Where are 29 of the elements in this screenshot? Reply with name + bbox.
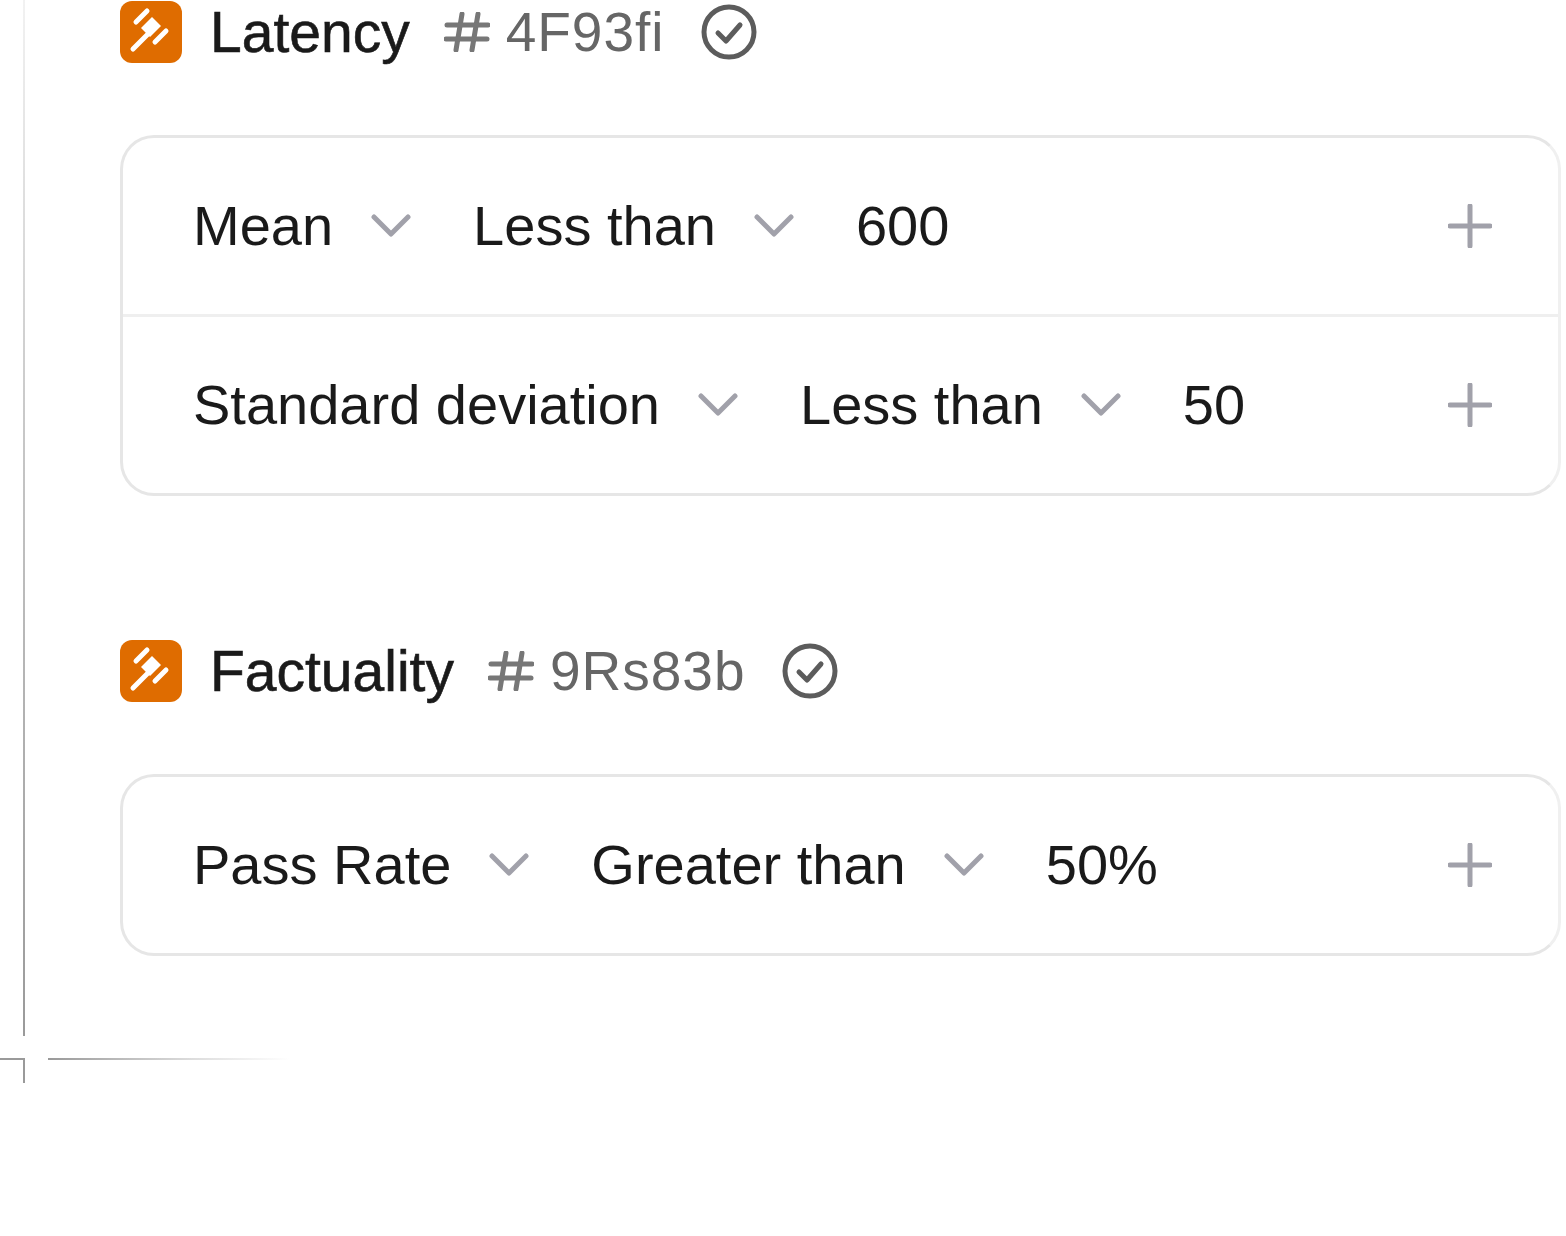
- threshold-field[interactable]: 600: [855, 193, 950, 259]
- chevron-down-icon: [943, 853, 984, 877]
- evaluator-id: 4F93fi: [505, 1, 665, 63]
- threshold-field[interactable]: 50%: [1045, 832, 1158, 898]
- chevron-down-icon: [753, 214, 794, 238]
- plus-icon: [1448, 383, 1492, 427]
- hash-icon: [443, 12, 490, 52]
- plus-icon: [1448, 843, 1492, 887]
- chevron-down-icon: [698, 393, 738, 417]
- corner-mark: [0, 1058, 25, 1083]
- evaluator-title: Latency: [210, 0, 410, 64]
- operator-dropdown[interactable]: Less than: [800, 372, 1121, 438]
- threshold-field[interactable]: 50: [1182, 372, 1246, 438]
- add-button[interactable]: [1448, 204, 1492, 248]
- operator-dropdown[interactable]: Greater than: [591, 832, 984, 898]
- metric-dropdown[interactable]: Standard deviation: [193, 372, 738, 438]
- chevron-down-icon: [371, 214, 412, 238]
- add-button[interactable]: [1448, 843, 1492, 887]
- evaluator-id: 9Rs83b: [549, 640, 746, 702]
- metric-dropdown[interactable]: Mean: [193, 193, 412, 259]
- chevron-down-icon: [489, 853, 530, 877]
- gavel-icon: [120, 640, 182, 702]
- metric-dropdown[interactable]: Pass Rate: [193, 832, 530, 898]
- hash-icon: [487, 651, 534, 691]
- evaluator-title: Factuality: [210, 639, 454, 703]
- plus-icon: [1448, 204, 1492, 248]
- add-button[interactable]: [1448, 383, 1492, 427]
- operator-dropdown[interactable]: Less than: [473, 193, 794, 259]
- chevron-down-icon: [1080, 393, 1121, 417]
